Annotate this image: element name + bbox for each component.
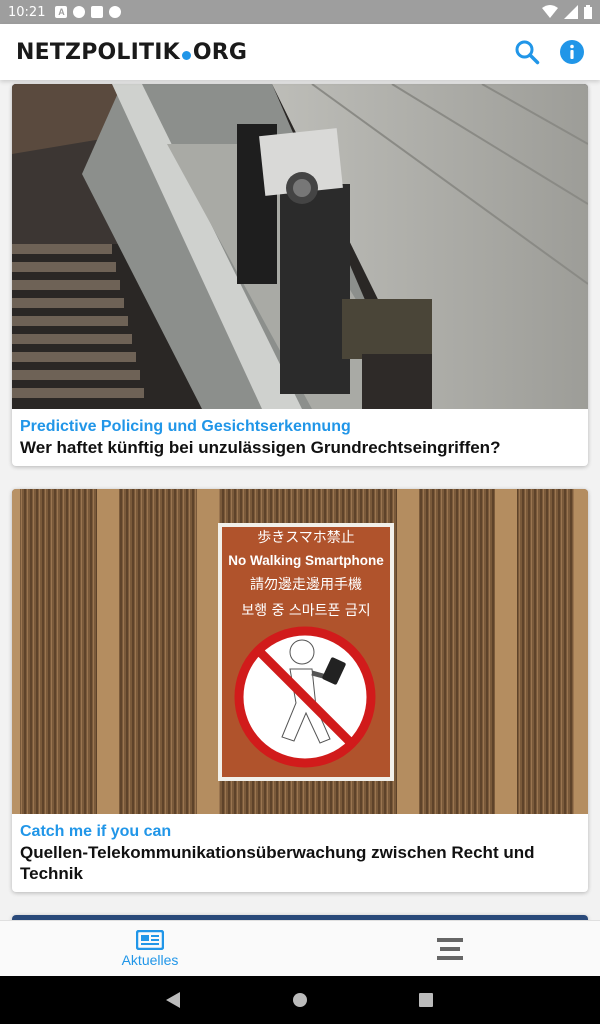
- logo-dot: [181, 50, 191, 60]
- status-time: 10:21: [8, 4, 46, 20]
- escalator-camera-photo: [12, 84, 588, 409]
- back-icon[interactable]: [166, 992, 182, 1008]
- article-image: [12, 84, 588, 409]
- sign-text-korean: 보행 중 스마트폰 금지: [241, 603, 370, 619]
- nav-item-menu[interactable]: [300, 921, 600, 976]
- newspaper-icon: [136, 929, 164, 950]
- notification-a-icon: A: [55, 6, 68, 18]
- signal-icon: [564, 5, 578, 19]
- sign-text-japanese: 歩きスマホ禁止: [257, 530, 355, 546]
- article-card[interactable]: 歩きスマホ禁止 No Walking Smartphone 請勿邊走邊用手機 보…: [12, 489, 588, 892]
- recents-icon[interactable]: [418, 992, 434, 1008]
- article-kicker: Predictive Policing und Gesichtserkennun…: [20, 418, 351, 435]
- nav-item-aktuelles[interactable]: Aktuelles: [0, 921, 300, 976]
- article-title[interactable]: Wer haftet künftig bei unzulässigen Grun…: [20, 437, 580, 458]
- battery-icon: [584, 5, 592, 19]
- no-walking-smartphone-photo: 歩きスマホ禁止 No Walking Smartphone 請勿邊走邊用手機 보…: [12, 489, 588, 814]
- menu-icon: [437, 937, 463, 960]
- notification-icon: [73, 6, 86, 18]
- search-button[interactable]: [514, 39, 540, 65]
- wifi-icon: [542, 5, 558, 18]
- status-bar: 10:21 A: [0, 0, 600, 24]
- logo-text-org: ORG: [192, 39, 248, 65]
- notification-icon: [109, 6, 122, 18]
- site-logo[interactable]: NETZPOLITIK ORG: [16, 40, 247, 65]
- search-icon: [515, 40, 540, 65]
- sd-card-icon: [91, 6, 104, 18]
- article-title[interactable]: Quellen-Telekommunikationsüberwachung zw…: [20, 842, 580, 884]
- system-navigation-bar: [0, 976, 600, 1024]
- sign-text-chinese: 請勿邊走邊用手機: [250, 577, 362, 593]
- article-card[interactable]: Predictive Policing und Gesichtserkennun…: [12, 84, 588, 466]
- info-icon: [560, 40, 584, 64]
- nav-item-label: Aktuelles: [121, 951, 179, 968]
- article-image: 歩きスマホ禁止 No Walking Smartphone 請勿邊走邊用手機 보…: [12, 489, 588, 814]
- home-icon[interactable]: [292, 992, 308, 1008]
- info-button[interactable]: [560, 40, 584, 64]
- bottom-navigation: Aktuelles: [0, 920, 600, 976]
- logo-text: NETZPOLITIK: [16, 39, 180, 65]
- article-kicker: Catch me if you can: [20, 823, 172, 840]
- app-bar: NETZPOLITIK ORG: [0, 24, 600, 80]
- sign-text-english: No Walking Smartphone: [228, 553, 384, 568]
- article-feed[interactable]: Predictive Policing und Gesichtserkennun…: [0, 80, 600, 920]
